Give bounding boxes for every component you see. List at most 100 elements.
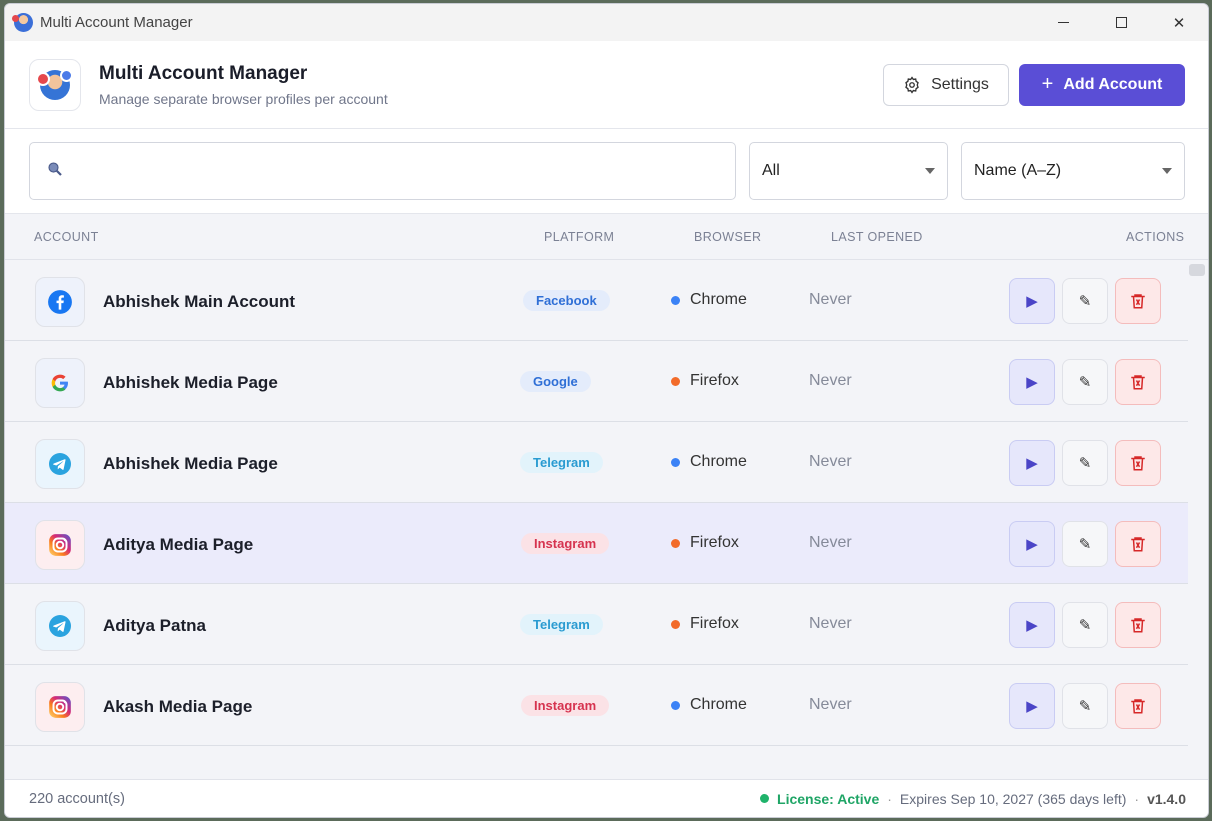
- platform-filter-value: All: [762, 162, 780, 179]
- table-row[interactable]: Abhishek Main Account Facebook Chrome Ne…: [5, 260, 1189, 341]
- browser-dot-icon: [671, 619, 680, 629]
- page-subtitle: Manage separate browser profiles per acc…: [99, 90, 388, 107]
- play-icon: ▶: [1026, 374, 1038, 391]
- account-name: Abhishek Media Page: [103, 454, 278, 473]
- last-opened: Never: [809, 696, 852, 713]
- app-logo: [29, 58, 81, 111]
- separator: ·: [1134, 790, 1140, 807]
- table-row[interactable]: Abhishek Media Page Google Firefox Never…: [5, 341, 1189, 422]
- avatar-logo-icon: [36, 68, 73, 100]
- minimize-button[interactable]: [1034, 4, 1092, 41]
- platform-filter-select[interactable]: All: [749, 142, 948, 200]
- browser-cell: Chrome: [671, 291, 747, 309]
- row-actions: ▶ ✎: [1009, 521, 1161, 567]
- launch-button[interactable]: ▶: [1009, 521, 1055, 567]
- last-opened: Never: [809, 534, 852, 551]
- status-bar: 220 account(s) License: Active · Expires…: [5, 779, 1208, 817]
- gear-icon: [905, 75, 919, 94]
- browser-dot-icon: [671, 700, 680, 710]
- settings-label: Settings: [931, 75, 989, 93]
- last-opened: Never: [809, 372, 852, 389]
- license-status: License: Active: [777, 790, 880, 807]
- trash-icon: [1131, 537, 1145, 552]
- browser-name: Chrome: [690, 291, 747, 308]
- edit-button[interactable]: ✎: [1062, 683, 1108, 729]
- app-window: Multi Account Manager ✕ Multi Account Ma…: [4, 3, 1209, 818]
- platform-badge: Facebook: [523, 290, 610, 311]
- pencil-icon: ✎: [1078, 374, 1092, 391]
- browser-cell: Firefox: [671, 615, 739, 633]
- table-row[interactable]: Aditya Media Page Instagram Firefox Neve…: [5, 503, 1189, 584]
- account-count: 220 account(s): [29, 790, 125, 807]
- row-actions: ▶ ✎: [1009, 278, 1161, 324]
- license-status-dot: [760, 794, 770, 803]
- play-icon: ▶: [1026, 698, 1038, 715]
- account-name: Aditya Media Page: [103, 535, 254, 554]
- last-opened: Never: [809, 615, 852, 632]
- row-actions: ▶ ✎: [1009, 359, 1161, 405]
- account-name: Abhishek Media Page: [103, 373, 278, 392]
- facebook-icon: [35, 277, 85, 327]
- column-header-browser[interactable]: BROWSER: [694, 230, 761, 244]
- column-header-platform[interactable]: PLATFORM: [544, 230, 614, 244]
- close-button[interactable]: ✕: [1150, 4, 1208, 41]
- launch-button[interactable]: ▶: [1009, 602, 1055, 648]
- delete-button[interactable]: [1115, 683, 1161, 729]
- edit-button[interactable]: ✎: [1062, 440, 1108, 486]
- browser-dot-icon: [671, 295, 680, 305]
- platform-badge: Telegram: [520, 452, 603, 473]
- pencil-icon: ✎: [1078, 698, 1092, 715]
- header-actions: Settings + Add Account: [883, 63, 1185, 106]
- delete-button[interactable]: [1115, 278, 1161, 324]
- trash-icon: [1131, 375, 1145, 390]
- scrollbar-thumb[interactable]: [1189, 264, 1205, 276]
- scrollbar[interactable]: [1188, 260, 1208, 780]
- pencil-icon: ✎: [1078, 293, 1092, 310]
- delete-button[interactable]: [1115, 359, 1161, 405]
- row-actions: ▶ ✎: [1009, 440, 1161, 486]
- edit-button[interactable]: ✎: [1062, 278, 1108, 324]
- launch-button[interactable]: ▶: [1009, 440, 1055, 486]
- search-input[interactable]: [72, 143, 735, 199]
- window-title: Multi Account Manager: [40, 14, 193, 31]
- delete-button[interactable]: [1115, 602, 1161, 648]
- browser-name: Firefox: [690, 372, 739, 389]
- edit-button[interactable]: ✎: [1062, 602, 1108, 648]
- license-expiry: Expires Sep 10, 2027 (365 days left): [899, 790, 1127, 807]
- launch-button[interactable]: ▶: [1009, 278, 1055, 324]
- edit-button[interactable]: ✎: [1062, 359, 1108, 405]
- maximize-icon: [1115, 17, 1127, 28]
- delete-button[interactable]: [1115, 440, 1161, 486]
- table-row[interactable]: Aditya Patna Telegram Firefox Never ▶ ✎: [5, 584, 1189, 665]
- minimize-icon: [1057, 22, 1069, 23]
- plus-icon: +: [1041, 73, 1054, 95]
- settings-button[interactable]: Settings: [883, 63, 1009, 106]
- account-list: Abhishek Main Account Facebook Chrome Ne…: [5, 260, 1189, 780]
- instagram-icon: [35, 682, 85, 732]
- account-name: Akash Media Page: [103, 697, 253, 716]
- account-name: Abhishek Main Account: [103, 292, 296, 311]
- column-header-account[interactable]: ACCOUNT: [34, 230, 99, 244]
- brand: Multi Account Manager Manage separate br…: [99, 63, 388, 107]
- launch-button[interactable]: ▶: [1009, 683, 1055, 729]
- chevron-down-icon: [1162, 168, 1172, 174]
- google-icon: [35, 358, 85, 408]
- table-row[interactable]: Akash Media Page Instagram Chrome Never …: [5, 665, 1189, 746]
- table-row[interactable]: Abhishek Media Page Telegram Chrome Neve…: [5, 422, 1189, 503]
- sort-select[interactable]: Name (A–Z): [961, 142, 1185, 200]
- trash-icon: [1131, 699, 1145, 714]
- chevron-down-icon: [925, 168, 935, 174]
- license-info: License: Active · Expires Sep 10, 2027 (…: [760, 791, 1186, 807]
- delete-button[interactable]: [1115, 521, 1161, 567]
- add-account-button[interactable]: + Add Account: [1019, 63, 1185, 106]
- launch-button[interactable]: ▶: [1009, 359, 1055, 405]
- row-actions: ▶ ✎: [1009, 602, 1161, 648]
- row-actions: ▶ ✎: [1009, 683, 1161, 729]
- edit-button[interactable]: ✎: [1062, 521, 1108, 567]
- maximize-button[interactable]: [1092, 4, 1150, 41]
- browser-dot-icon: [671, 457, 680, 467]
- app-header: Multi Account Manager Manage separate br…: [5, 41, 1208, 129]
- play-icon: ▶: [1026, 617, 1038, 634]
- column-header-last-opened[interactable]: LAST OPENED: [831, 230, 923, 244]
- account-name: Aditya Patna: [103, 616, 206, 635]
